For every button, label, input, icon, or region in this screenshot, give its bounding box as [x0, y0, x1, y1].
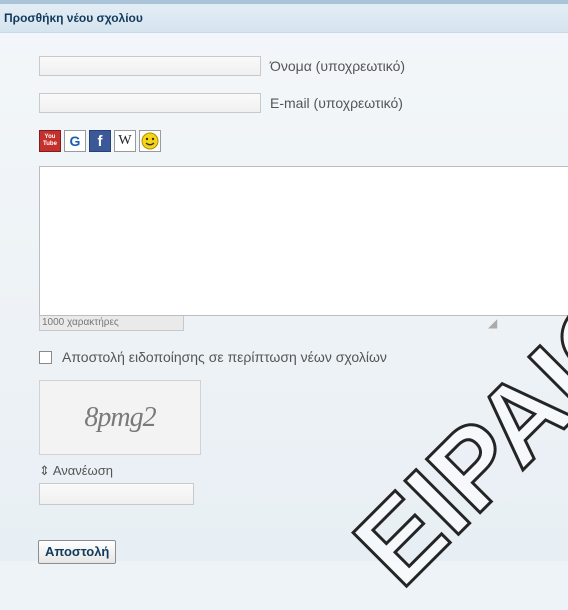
form-header: Προσθήκη νέου σχολίου [0, 4, 568, 33]
submit-button[interactable]: Αποστολή [38, 540, 117, 564]
captcha-input[interactable] [39, 483, 194, 505]
facebook-icon[interactable]: f [89, 130, 111, 152]
comment-form-panel: Προσθήκη νέου σχολίου Όνομα (υποχρεωτικό… [0, 0, 568, 564]
email-label: E-mail (υποχρεωτικό) [270, 95, 403, 111]
comment-textarea[interactable] [39, 166, 568, 316]
captcha-refresh-link[interactable]: ⇕ Ανανέωση [39, 463, 113, 479]
captcha-image: 8pmg2 [39, 380, 201, 455]
character-counter: 1000 χαρακτήρες [39, 316, 184, 331]
captcha-text: 8pmg2 [84, 401, 156, 433]
email-row: E-mail (υποχρεωτικό) [39, 93, 403, 113]
refresh-label: Ανανέωση [52, 463, 113, 478]
notify-checkbox[interactable] [39, 350, 52, 364]
youtube-icon[interactable]: You Tube [39, 130, 61, 152]
google-icon[interactable]: G [64, 130, 86, 152]
smiley-icon[interactable] [139, 130, 161, 152]
name-label: Όνομα (υποχρεωτικό) [270, 58, 406, 74]
name-input[interactable] [39, 56, 261, 76]
notify-label: Αποστολή ειδοποίησης σε περίπτωση νέων σ… [62, 349, 387, 365]
name-row: Όνομα (υποχρεωτικό) [39, 56, 405, 76]
email-input[interactable] [39, 93, 261, 113]
refresh-icon: ⇕ [39, 463, 50, 478]
resize-handle-icon[interactable]: ◢ [488, 316, 502, 330]
smiley-face [141, 132, 159, 150]
notify-row: Αποστολή ειδοποίησης σε περίπτωση νέων σ… [39, 349, 387, 365]
form-title: Προσθήκη νέου σχολίου [4, 11, 143, 25]
insert-toolbar: You Tube G f W [39, 130, 161, 152]
wikipedia-icon[interactable]: W [114, 130, 136, 152]
